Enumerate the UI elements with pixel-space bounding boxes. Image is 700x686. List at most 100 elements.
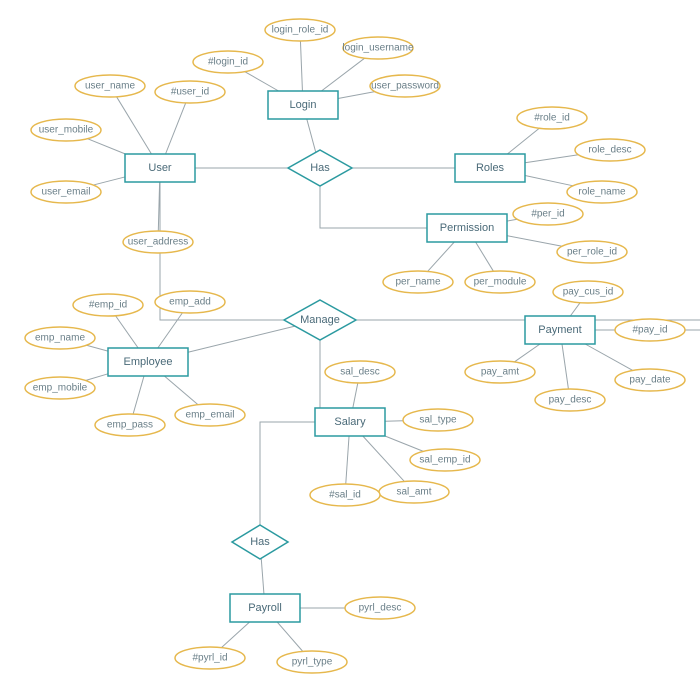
entity-label: Payroll [248, 602, 282, 614]
attribute: pyrl_desc [345, 597, 415, 619]
entity-label: Salary [334, 416, 366, 428]
link [353, 383, 358, 408]
relationship-has1: Has [288, 150, 352, 186]
attribute: emp_email [175, 404, 245, 426]
er-diagram: user_name#user_iduser_mobileuser_emailus… [0, 0, 700, 686]
link [338, 92, 375, 99]
link [158, 313, 183, 348]
entity-salary: Salary [315, 408, 385, 436]
attribute-label: #login_id [208, 57, 248, 68]
attribute-label: per_module [474, 277, 527, 288]
entity-login: Login [268, 91, 338, 119]
link [117, 97, 152, 154]
attribute: sal_desc [325, 361, 395, 383]
link [321, 58, 364, 91]
attribute-label: user_name [85, 81, 135, 92]
attribute-label: per_name [395, 277, 440, 288]
attribute: user_name [75, 75, 145, 97]
attribute: role_desc [575, 139, 645, 161]
link [320, 186, 427, 228]
attribute-label: sal_desc [340, 367, 379, 378]
attribute: emp_pass [95, 414, 165, 436]
attribute-label: pyrl_type [292, 657, 333, 668]
link [188, 326, 295, 352]
link [562, 344, 568, 389]
link [260, 422, 315, 525]
attribute: sal_emp_id [410, 449, 480, 471]
attribute: per_name [383, 271, 453, 293]
attribute: #per_id [513, 203, 583, 225]
link [476, 242, 494, 271]
attribute: login_role_id [265, 19, 335, 41]
entity-permission: Permission [427, 214, 507, 242]
attribute: user_address [123, 231, 193, 253]
attribute: pay_desc [535, 389, 605, 411]
attribute-label: #role_id [534, 113, 570, 124]
link [525, 155, 578, 163]
relationship-label: Manage [300, 314, 340, 326]
link [86, 345, 108, 351]
link [93, 177, 125, 185]
attribute: emp_name [25, 327, 95, 349]
attribute: pyrl_type [277, 651, 347, 673]
attribute-label: pay_cus_id [563, 287, 614, 298]
link [87, 139, 125, 154]
attribute-label: user_mobile [39, 125, 94, 136]
attribute-label: #emp_id [89, 300, 127, 311]
attribute-label: user_email [42, 187, 91, 198]
link [385, 436, 423, 451]
link [300, 41, 302, 91]
entity-roles: Roles [455, 154, 525, 182]
link [245, 72, 279, 91]
attribute-label: #pay_id [632, 325, 667, 336]
link [277, 622, 303, 651]
attribute: pay_amt [465, 361, 535, 383]
attribute: #pyrl_id [175, 647, 245, 669]
attribute-label: pyrl_desc [359, 603, 402, 614]
entity-label: Login [290, 99, 317, 111]
attribute: emp_add [155, 291, 225, 313]
attribute-label: role_desc [588, 145, 631, 156]
entity-label: Payment [538, 324, 581, 336]
attribute-label: login_username [342, 43, 414, 54]
attribute-label: role_name [578, 187, 626, 198]
entity-label: User [148, 162, 172, 174]
link [133, 376, 144, 414]
attribute: pay_cus_id [553, 281, 623, 303]
link [428, 242, 455, 271]
entity-employee: Employee [108, 348, 188, 376]
attribute: login_username [342, 37, 414, 59]
attribute-label: emp_mobile [33, 383, 88, 394]
entity-label: Employee [124, 356, 173, 368]
link [525, 176, 573, 186]
attribute: sal_type [403, 409, 473, 431]
attribute: emp_mobile [25, 377, 95, 399]
attribute: sal_amt [379, 481, 449, 503]
link [507, 128, 539, 154]
relationship-has2: Has [232, 525, 288, 559]
attribute-label: emp_email [186, 410, 235, 421]
attribute: #login_id [193, 51, 263, 73]
attribute: #user_id [155, 81, 225, 103]
attribute-label: per_role_id [567, 247, 617, 258]
entity-payroll: Payroll [230, 594, 300, 622]
attribute-label: user_address [128, 237, 189, 248]
link [164, 376, 198, 405]
link [158, 182, 159, 231]
link [514, 344, 540, 362]
attribute: role_name [567, 181, 637, 203]
links-layer [86, 41, 700, 651]
entity-label: Permission [440, 222, 494, 234]
relationship-label: Has [250, 536, 270, 548]
attribute-label: pay_amt [481, 367, 520, 378]
attribute-label: pay_date [629, 375, 671, 386]
attribute-label: emp_add [169, 297, 211, 308]
attribute-label: #pyrl_id [192, 653, 227, 664]
relationship-manage: Manage [284, 300, 356, 340]
attribute: user_password [370, 75, 440, 97]
entity-label: Roles [476, 162, 505, 174]
link [507, 236, 562, 247]
attribute: per_role_id [557, 241, 627, 263]
attribute-label: emp_pass [107, 420, 153, 431]
link [346, 436, 349, 484]
